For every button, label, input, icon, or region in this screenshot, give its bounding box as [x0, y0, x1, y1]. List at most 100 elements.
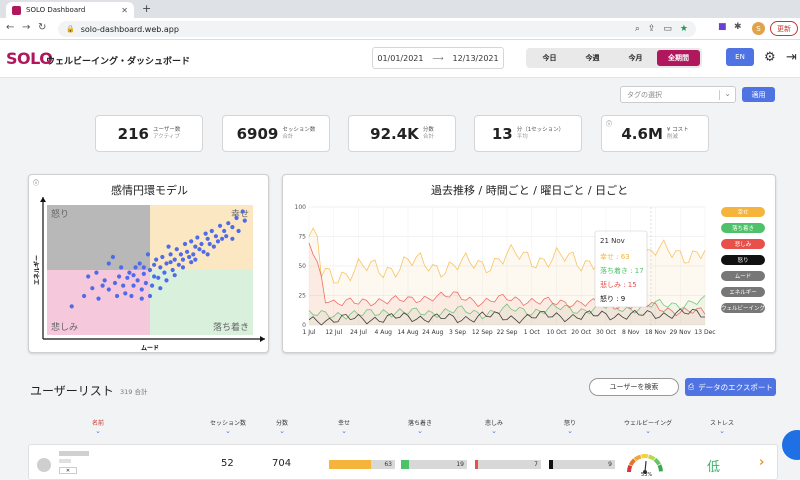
stat-value: 13 [491, 124, 513, 143]
bar-fill [475, 460, 478, 469]
scatter-point [176, 262, 181, 267]
stat-card-1: 6909 セッション数 合計 [222, 115, 330, 152]
scatter-point [207, 241, 212, 247]
profile-avatar[interactable]: S [752, 22, 765, 35]
info-icon[interactable]: ⓘ [606, 119, 612, 128]
x-axis-arrow-icon [260, 336, 265, 342]
scatter-point [174, 247, 179, 252]
stat-label-main: 分（1セッション） [516, 126, 565, 133]
scatter-point [154, 257, 159, 262]
print-icon: ⎙ [688, 382, 695, 391]
cast-icon[interactable]: ▭ [663, 24, 672, 34]
export-label: データのエクスポート [698, 382, 773, 392]
y-tick-label: 75 [298, 234, 306, 241]
row-bar-anger: 9 [549, 460, 615, 469]
scatter-point [242, 218, 247, 223]
column-header-6[interactable]: 怒り ⌄ [538, 418, 602, 435]
table-row[interactable]: ✕ 52 704 63 19 7 9 53% 低 › [28, 444, 778, 480]
address-toolbar: ← → ↻ 🔒 solo-dashboard.web.app ⌕ ⇪ ▭ ★ ■… [0, 18, 800, 40]
scatter-point [102, 278, 107, 283]
column-header-4[interactable]: 落ち着き ⌄ [388, 418, 452, 435]
column-header-5[interactable]: 悲しみ ⌄ [462, 418, 526, 435]
x-tick-label: 24 Jul [350, 329, 367, 336]
period-tab-0[interactable]: 今日 [528, 50, 571, 66]
export-data-button[interactable]: ⎙ データのエクスポート [685, 378, 776, 396]
scatter-point [106, 287, 111, 292]
chevron-down-icon: ⌄ [567, 427, 573, 435]
stat-card-0: 216 ユーザー数 アクティブ [95, 115, 203, 152]
reload-icon[interactable]: ↻ [38, 22, 46, 33]
tag-select[interactable]: タグの選択 ⌄ [620, 86, 736, 103]
chevron-down-icon: ⌄ [645, 427, 651, 435]
period-tab-2[interactable]: 今月 [614, 50, 657, 66]
forward-icon[interactable]: → [22, 22, 30, 33]
browser-tab-strip: SOLO Dashboard ✕ + [0, 0, 800, 18]
date-range-picker[interactable]: 01/01/2021 ⟶ 12/13/2021 [372, 47, 504, 69]
close-tab-icon[interactable]: ✕ [121, 6, 128, 15]
gear-icon[interactable]: ⚙ [764, 50, 776, 65]
share-icon[interactable]: ⇪ [648, 24, 656, 34]
url-bar[interactable]: 🔒 solo-dashboard.web.app ⌕ ⇪ ▭ ★ [58, 21, 696, 37]
period-tab-1[interactable]: 今週 [571, 50, 614, 66]
x-tick-label: 18 Nov [645, 329, 667, 336]
scatter-point [187, 254, 192, 260]
scatter-point [156, 275, 161, 280]
language-button[interactable]: EN [726, 48, 754, 66]
extension-icon[interactable]: ■ [718, 22, 727, 32]
browser-tab[interactable]: SOLO Dashboard ✕ [6, 2, 134, 18]
tooltip-row: 落ち着き : 17 [600, 266, 644, 275]
logout-icon[interactable]: ⇥ [786, 50, 797, 65]
x-tick-label: 1 Oct [524, 329, 541, 336]
scatter-point [106, 261, 111, 266]
scatter-point [139, 287, 144, 292]
scatter-point [162, 270, 167, 275]
stat-label-sub: 平均 [516, 133, 528, 140]
scatter-point [131, 273, 136, 278]
scatter-point [199, 241, 204, 247]
stat-label-main: ユーザー数 [152, 126, 181, 133]
stat-label-sub: 削減 [666, 133, 678, 140]
chevron-down-icon: ⌄ [724, 89, 731, 98]
row-bar-happy: 63 [329, 460, 395, 469]
user-tag-chip[interactable]: ✕ [59, 467, 77, 474]
scatter-point [141, 271, 146, 276]
x-tick-label: 29 Nov [670, 329, 692, 336]
legend-label: 落ち着き [732, 224, 754, 232]
chevron-down-icon: ⌄ [719, 427, 725, 435]
column-header-7[interactable]: ウェルビーイング ⌄ [616, 418, 680, 435]
gauge-segment [628, 458, 636, 467]
update-button[interactable]: 更新 [770, 21, 798, 36]
puzzle-icon[interactable]: ✱ [734, 22, 742, 32]
apply-button[interactable]: 適用 [742, 87, 775, 102]
chat-launcher-icon[interactable] [782, 430, 800, 460]
quadrant-label-anger: 怒り [51, 208, 69, 220]
zoom-icon[interactable]: ⌕ [635, 24, 640, 34]
column-header-3[interactable]: 幸せ ⌄ [312, 418, 376, 435]
scatter-point [191, 252, 196, 257]
x-tick-label: 30 Oct [596, 329, 617, 336]
tooltip-row: 幸せ : 63 [600, 253, 630, 261]
x-tick-label: 24 Aug [422, 329, 443, 336]
stat-card-3: 13 分（1セッション） 平均 [474, 115, 582, 152]
x-tick-label: 4 Aug [375, 329, 393, 336]
chevron-down-icon: ⌄ [279, 427, 285, 435]
scatter-point [119, 265, 124, 270]
column-header-2[interactable]: 分数 ⌄ [250, 418, 314, 435]
date-from: 01/01/2021 [377, 53, 424, 63]
x-tick-label: 12 Sep [472, 329, 493, 336]
bookmark-star-icon[interactable]: ★ [680, 24, 688, 34]
column-header-0[interactable]: 名前 ⌄ [66, 418, 130, 435]
scatter-point [205, 236, 210, 241]
bar-fill [549, 460, 553, 469]
search-user-button[interactable]: ユーザーを検索 [589, 378, 679, 396]
gauge-segment [633, 454, 642, 462]
back-icon[interactable]: ← [6, 22, 14, 33]
column-label: 名前 [91, 420, 104, 427]
new-tab-icon[interactable]: + [142, 2, 151, 15]
column-header-8[interactable]: ストレス ⌄ [690, 418, 754, 435]
scatter-point [182, 241, 188, 247]
period-tab-3[interactable]: 全期間 [657, 50, 700, 66]
avatar [37, 458, 51, 472]
chevron-right-icon[interactable]: › [759, 455, 764, 470]
stat-label-sub: アクティブ [152, 133, 180, 140]
